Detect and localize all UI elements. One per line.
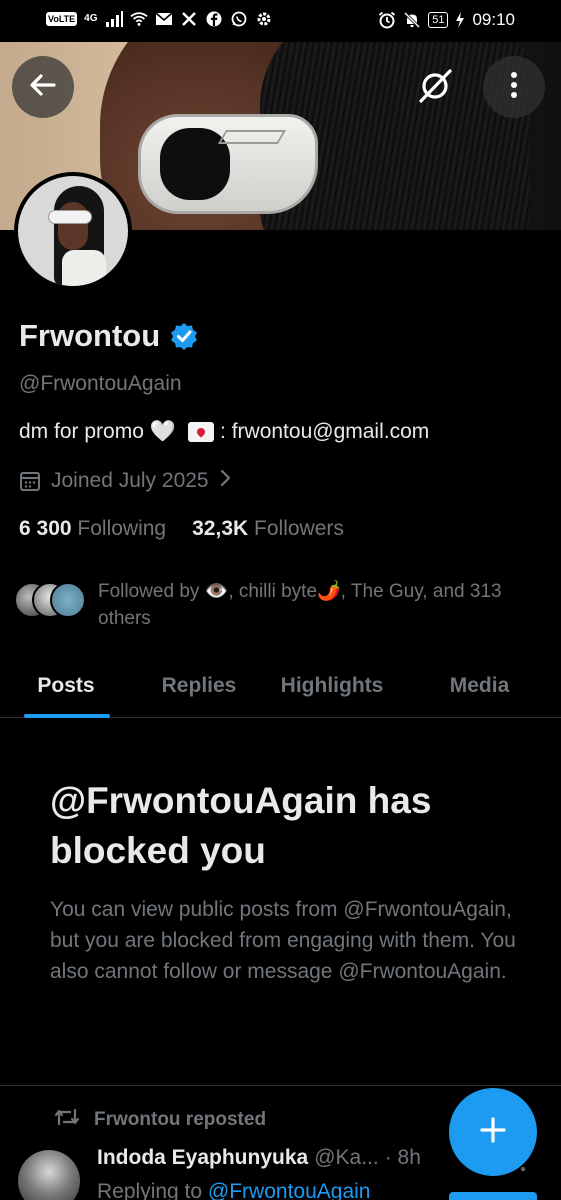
tab-highlights[interactable]: Highlights: [266, 654, 398, 718]
following-label: Following: [77, 517, 167, 540]
tab-label: Replies: [161, 674, 237, 697]
tweet-author-avatar[interactable]: [18, 1150, 80, 1200]
blocked-body: You can view public posts from @Frwontou…: [50, 898, 516, 983]
tab-label: Highlights: [280, 674, 384, 697]
divider: [0, 1085, 561, 1086]
joined-date-row[interactable]: Joined July 2025: [19, 468, 233, 494]
compose-button[interactable]: [449, 1088, 537, 1176]
repost-indicator[interactable]: Frwontou reposted: [54, 1107, 266, 1133]
calendar-icon: [19, 470, 41, 492]
followers-stat[interactable]: 32,3K Followers: [192, 517, 344, 541]
mutual-avatar: [50, 582, 86, 618]
replying-prefix: Replying to: [97, 1180, 203, 1200]
back-button[interactable]: [12, 56, 74, 118]
alarm-icon: [378, 11, 396, 29]
chevron-right-icon: [219, 468, 233, 494]
profile-handle: @FrwontouAgain: [19, 372, 182, 395]
tweet-author-name[interactable]: Indoda Eyaphunyuka: [97, 1146, 308, 1170]
followed-by-text: Followed by 👁️, chilli byte🌶️, The Guy, …: [98, 581, 502, 629]
tab-posts[interactable]: Posts: [0, 654, 132, 718]
love-letter-icon: [188, 422, 215, 442]
tab-label: Posts: [37, 674, 95, 697]
x-app-icon: [180, 10, 198, 28]
whatsapp-icon: [230, 10, 248, 28]
grok-icon: [417, 68, 453, 109]
settings-icon: [255, 10, 273, 28]
bio-email[interactable]: : frwontou@gmail.com: [220, 420, 429, 444]
bio-text: dm for promo: [19, 420, 144, 443]
grok-button[interactable]: [410, 66, 460, 110]
profile-tabs: Posts Replies Highlights Media: [0, 654, 561, 718]
avatar[interactable]: [14, 172, 132, 290]
battery-indicator: 51: [428, 12, 449, 28]
more-vertical-icon: [509, 70, 519, 105]
status-bar-right: 51 09:10: [378, 10, 515, 30]
active-tab-indicator: [24, 714, 110, 718]
mute-bell-icon: [403, 11, 421, 29]
avatar-body-shape: [62, 250, 106, 286]
network-type: 4G: [84, 13, 98, 24]
secondary-fab-edge: [449, 1192, 537, 1200]
facebook-icon: [205, 10, 223, 28]
plus-icon: [478, 1115, 508, 1150]
follow-stats: 6 300 Following 32,3K Followers: [19, 517, 344, 541]
blocked-notice: @FrwontouAgain has blocked you You can v…: [50, 776, 530, 987]
replying-to-link[interactable]: @FrwontouAgain: [208, 1180, 371, 1200]
volte-indicator: VoLTE: [46, 12, 78, 26]
wifi-icon: [129, 10, 148, 28]
repost-label: Frwontou reposted: [94, 1109, 267, 1130]
followers-label: Followers: [254, 517, 344, 540]
charging-icon: [455, 11, 465, 29]
tab-media[interactable]: Media: [398, 654, 561, 718]
white-heart-icon: 🤍: [149, 420, 177, 443]
arrow-left-icon: [28, 70, 58, 105]
tweet-time: · 8h: [384, 1146, 421, 1169]
clock: 09:10: [472, 10, 515, 29]
followed-by-row[interactable]: Followed by 👁️, chilli byte🌶️, The Guy, …: [14, 578, 544, 632]
signal-icon: [105, 10, 123, 28]
bio: dm for promo 🤍 : frwontou@gmail.com: [19, 420, 429, 444]
tweet-author-handle[interactable]: @Ka...: [314, 1146, 379, 1170]
tweet-header: Indoda Eyaphunyuka @Ka... · 8h: [97, 1146, 421, 1170]
name-row: Frwontou: [19, 318, 198, 354]
banner-glasses-accent: [217, 130, 287, 144]
mail-icon: [154, 10, 173, 28]
followers-count: 32,3K: [192, 517, 249, 540]
blocked-title: @FrwontouAgain has blocked you: [50, 780, 432, 871]
following-count: 6 300: [19, 517, 72, 540]
display-name: Frwontou: [19, 318, 161, 353]
following-stat[interactable]: 6 300 Following: [19, 517, 166, 541]
more-options-button[interactable]: [483, 56, 545, 118]
repost-icon: [54, 1107, 80, 1133]
tab-replies[interactable]: Replies: [132, 654, 266, 718]
replying-to-line: Replying to @FrwontouAgain: [97, 1180, 370, 1200]
avatar-sunglasses-shape: [48, 210, 92, 224]
verified-badge-icon[interactable]: [170, 322, 198, 350]
status-bar: VoLTE 4G 51 09:10: [0, 0, 561, 42]
tab-label: Media: [449, 674, 510, 697]
joined-date: Joined July 2025: [51, 469, 209, 492]
status-bar-left: VoLTE 4G: [46, 10, 273, 28]
mutual-avatars: [14, 582, 90, 624]
